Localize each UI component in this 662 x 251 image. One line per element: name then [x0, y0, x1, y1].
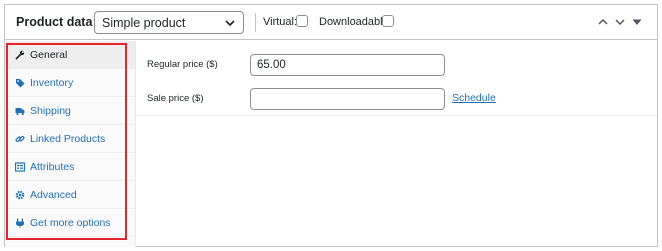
options-divider — [137, 115, 657, 116]
tab-attributes[interactable]: Attributes — [5, 153, 135, 181]
wrench-icon — [15, 50, 25, 60]
sale-price-input[interactable] — [250, 88, 445, 110]
product-data-panel: Product data — Simple product Virtual: D… — [4, 4, 658, 247]
tab-label: Advanced — [30, 189, 77, 201]
sale-price-label: Sale price ($) — [147, 93, 204, 104]
product-type-value: Simple product — [102, 16, 186, 30]
link-icon — [15, 135, 25, 143]
collapse-toggle-button[interactable] — [631, 17, 643, 27]
move-up-button[interactable] — [597, 17, 609, 27]
schedule-link[interactable]: Schedule — [452, 92, 496, 104]
tab-linked-products[interactable]: Linked Products — [5, 125, 135, 153]
virtual-checkbox[interactable] — [296, 15, 308, 27]
downloadable-label: Downloadable: — [319, 16, 392, 28]
tab-label: Get more options — [30, 217, 111, 229]
tab-label: Attributes — [30, 161, 75, 173]
virtual-label: Virtual: — [263, 16, 298, 28]
regular-price-input[interactable]: 65.00 — [250, 54, 445, 76]
general-options-panel: Regular price ($) 65.00 Sale price ($) S… — [137, 41, 657, 247]
product-data-tabs: General Inventory Shipping Linked Produc… — [5, 41, 136, 247]
downloadable-checkbox[interactable] — [382, 15, 394, 27]
tab-get-more-options[interactable]: Get more options — [5, 209, 135, 237]
gear-icon — [15, 190, 25, 200]
tag-icon — [16, 79, 25, 88]
truck-icon — [15, 108, 25, 116]
product-type-select[interactable]: Simple product — [94, 11, 244, 34]
move-down-button[interactable] — [614, 17, 626, 27]
tab-label: Linked Products — [30, 133, 106, 145]
regular-price-value: 65.00 — [257, 59, 286, 71]
tab-inventory[interactable]: Inventory — [5, 69, 135, 97]
tab-label: Inventory — [30, 77, 74, 89]
product-data-header: Product data — Simple product Virtual: D… — [5, 5, 657, 40]
tab-shipping[interactable]: Shipping — [5, 97, 135, 125]
tab-label: Shipping — [30, 105, 71, 117]
tab-advanced[interactable]: Advanced — [5, 181, 135, 209]
tab-general[interactable]: General — [5, 41, 135, 69]
plugin-icon — [16, 218, 24, 228]
header-divider — [255, 13, 256, 32]
regular-price-label: Regular price ($) — [147, 59, 218, 70]
chevron-down-icon — [225, 20, 235, 27]
tab-label: General — [30, 49, 68, 61]
list-icon — [15, 162, 25, 172]
